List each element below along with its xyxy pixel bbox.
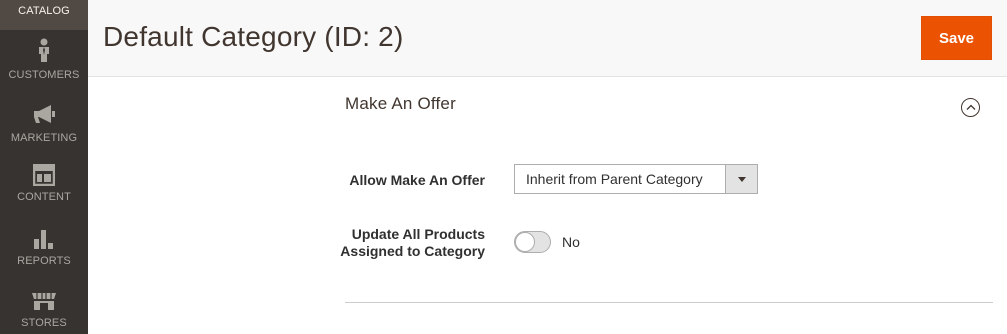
- nav-label-marketing: MARKETING: [10, 132, 78, 144]
- update-products-toggle[interactable]: [514, 231, 551, 253]
- nav-label-stores: STORES: [21, 317, 67, 329]
- nav-label-customers: CUSTOMERS: [8, 69, 80, 81]
- customer-icon: [39, 38, 49, 62]
- nav-label-catalog: CATALOG: [18, 5, 70, 17]
- page-header: Default Category (ID: 2) Save: [88, 0, 1007, 77]
- chevron-up-circle-icon[interactable]: [961, 98, 980, 117]
- nav-item-marketing[interactable]: MARKETING: [0, 92, 88, 154]
- nav-label-reports: REPORTS: [17, 255, 71, 267]
- select-value: Inherit from Parent Category: [526, 171, 703, 187]
- megaphone-icon: [34, 105, 55, 123]
- toggle-knob: [515, 232, 535, 252]
- page-title: Default Category (ID: 2): [103, 21, 404, 52]
- nav-label-content: CONTENT: [17, 191, 71, 203]
- nav-item-customers[interactable]: CUSTOMERS: [0, 30, 88, 92]
- section-divider: [345, 302, 993, 303]
- layout-icon: [33, 164, 55, 186]
- allow-make-offer-label: Allow Make An Offer: [349, 172, 485, 188]
- storefront-icon: [32, 293, 56, 310]
- nav-item-stores[interactable]: STORES: [0, 278, 88, 334]
- save-button[interactable]: Save: [921, 16, 992, 60]
- nav-item-reports[interactable]: REPORTS: [0, 216, 88, 278]
- section-title[interactable]: Make An Offer: [345, 94, 456, 114]
- chevron-down-icon[interactable]: [725, 165, 757, 193]
- nav-item-content[interactable]: CONTENT: [0, 154, 88, 216]
- toggle-state-text: No: [562, 234, 580, 250]
- update-products-label: Update All Products Assigned to Category: [340, 226, 485, 259]
- bar-chart-icon: [34, 230, 53, 249]
- nav-item-catalog[interactable]: CATALOG: [0, 0, 88, 30]
- admin-sidebar: CATALOG CUSTOMERS MARKETING CONTENT REPO…: [0, 0, 88, 334]
- allow-make-offer-select[interactable]: Inherit from Parent Category: [514, 164, 758, 194]
